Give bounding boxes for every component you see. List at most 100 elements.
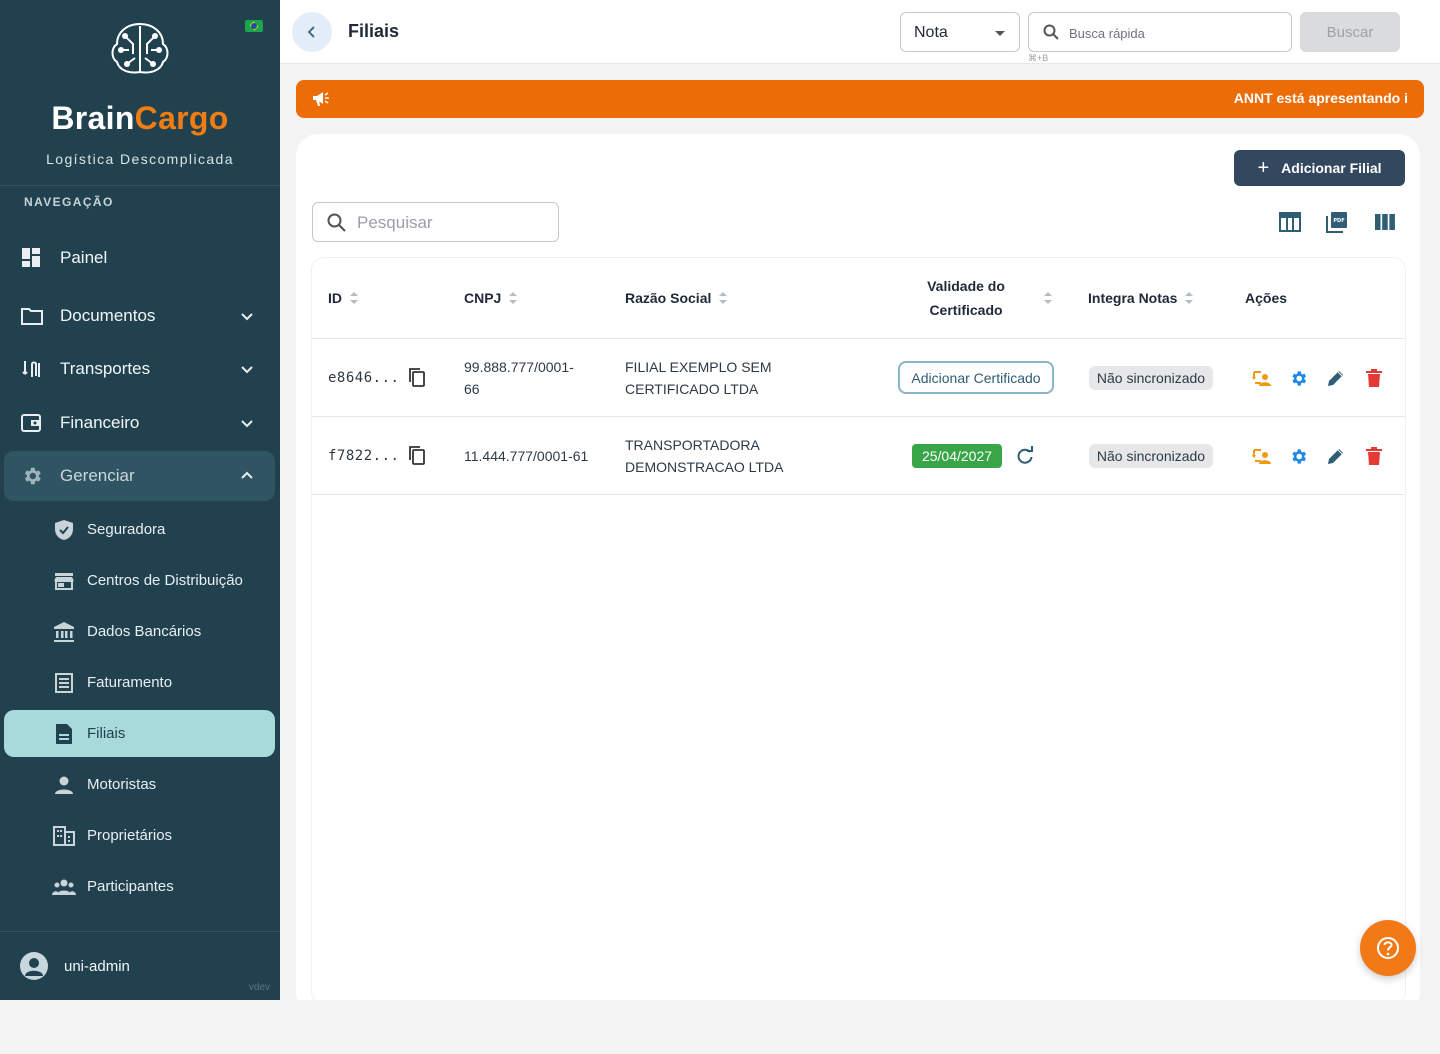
settings-action-icon[interactable] bbox=[1287, 445, 1309, 467]
column-header-integra-notas[interactable]: Integra Notas bbox=[1088, 258, 1194, 338]
column-header-id[interactable]: ID bbox=[328, 258, 358, 338]
copy-icon[interactable] bbox=[407, 445, 427, 465]
folder-icon bbox=[20, 304, 44, 328]
wallet-icon bbox=[20, 411, 44, 435]
cell-id: f7822... bbox=[328, 447, 400, 464]
column-header-acoes: Ações bbox=[1245, 290, 1288, 306]
sidebar-subitem-label: Motoristas bbox=[87, 776, 157, 793]
sidebar-subitem-motoristas[interactable]: Motoristas bbox=[4, 761, 275, 808]
document-icon bbox=[52, 722, 76, 746]
certificate-expiry-badge: 25/04/2027 bbox=[912, 444, 1002, 468]
cell-razao-social: TRANSPORTADORA DEMONSTRACAO LTDA bbox=[625, 436, 784, 475]
user-profile[interactable]: uni-admin vdev bbox=[0, 931, 280, 1000]
sidebar-subitem-participantes[interactable]: Participantes bbox=[4, 863, 275, 910]
column-header-cnpj[interactable]: CNPJ bbox=[464, 258, 518, 338]
refresh-icon[interactable] bbox=[1015, 446, 1035, 466]
sidebar-item-painel[interactable]: Painel bbox=[4, 233, 275, 283]
sidebar-subitem-label: Seguradora bbox=[87, 521, 166, 538]
main-card: + Adicionar Filial PDF ID CNPJ Razão Soc… bbox=[296, 134, 1420, 1014]
help-button[interactable] bbox=[1360, 920, 1416, 976]
brain-logo-icon bbox=[111, 22, 169, 74]
sidebar-subitem-label: Faturamento bbox=[87, 674, 173, 691]
sidebar-subitem-label: Dados Bancários bbox=[87, 623, 202, 640]
svg-text:PDF: PDF bbox=[1333, 218, 1344, 224]
app-version: vdev bbox=[248, 982, 270, 993]
person-icon bbox=[52, 773, 76, 797]
pdf-export-icon[interactable]: PDF bbox=[1325, 210, 1349, 234]
back-button[interactable] bbox=[292, 12, 332, 52]
sidebar-subitem-filiais[interactable]: Filiais bbox=[4, 710, 275, 757]
shortcut-hint: ⌘+B bbox=[1028, 53, 1049, 63]
receipt-icon bbox=[52, 671, 76, 695]
sidebar-subitem-seguradora[interactable]: Seguradora bbox=[4, 506, 275, 553]
cell-cnpj: 11.444.777/0001-61 bbox=[464, 447, 589, 464]
brand-tagline: Logística Descomplicada bbox=[46, 151, 234, 167]
cell-cnpj: 99.888.777/0001- 66 bbox=[464, 358, 574, 397]
sidebar-item-gerenciar[interactable]: Gerenciar bbox=[4, 451, 275, 501]
sync-status-badge: Não sincronizado bbox=[1089, 366, 1213, 390]
table-row[interactable]: f7822... 11.444.777/0001-61 TRANSPORTADO… bbox=[312, 417, 1405, 495]
column-header-validade[interactable]: Validade do Certificado bbox=[908, 258, 1068, 338]
announcement-text: ANNT está apresentando i bbox=[1233, 90, 1408, 106]
sort-icon bbox=[1044, 292, 1052, 304]
table-row[interactable]: e8646... 99.888.777/0001- 66 FILIAL EXEMP… bbox=[312, 339, 1405, 417]
search-icon bbox=[1043, 24, 1059, 40]
sidebar-item-documentos[interactable]: Documentos bbox=[4, 291, 275, 341]
table-search-input[interactable] bbox=[357, 211, 547, 235]
user-name: uni-admin bbox=[64, 958, 130, 975]
add-filial-label: Adicionar Filial bbox=[1281, 160, 1382, 176]
chevron-down-icon bbox=[241, 366, 253, 374]
brand-name: BrainCargo bbox=[51, 100, 229, 136]
sidebar-subitem-proprietarios[interactable]: Proprietários bbox=[4, 812, 275, 859]
sync-action-icon[interactable] bbox=[1251, 367, 1273, 389]
select-value: Nota bbox=[914, 24, 948, 41]
help-icon bbox=[1377, 937, 1399, 959]
sidebar-subitem-label: Proprietários bbox=[87, 827, 173, 844]
table-search-field[interactable] bbox=[312, 202, 559, 242]
sidebar-subitem-label: Filiais bbox=[87, 725, 126, 742]
page-title: Filiais bbox=[348, 21, 400, 41]
sort-icon bbox=[1185, 292, 1194, 304]
sidebar-subitem-faturamento[interactable]: Faturamento bbox=[4, 659, 275, 706]
settings-action-icon[interactable] bbox=[1287, 367, 1309, 389]
sidebar: BrainCargo Logística Descomplicada NAVEG… bbox=[0, 0, 280, 1000]
sidebar-item-financeiro[interactable]: Financeiro bbox=[4, 398, 275, 448]
add-filial-button[interactable]: + Adicionar Filial bbox=[1234, 150, 1405, 186]
building-icon bbox=[52, 824, 76, 848]
route-icon bbox=[20, 357, 44, 381]
sidebar-item-label: Painel bbox=[60, 248, 108, 267]
sidebar-item-label: Gerenciar bbox=[60, 466, 135, 485]
edit-action-icon[interactable] bbox=[1325, 445, 1347, 467]
add-certificate-button[interactable]: Adicionar Certificado bbox=[898, 361, 1054, 394]
search-icon bbox=[327, 213, 346, 232]
sync-status-badge: Não sincronizado bbox=[1089, 444, 1213, 468]
sidebar-subitem-centros[interactable]: Centros de Distribuição bbox=[4, 557, 275, 604]
avatar bbox=[20, 952, 48, 980]
quick-search-field[interactable] bbox=[1028, 12, 1292, 52]
edit-action-icon[interactable] bbox=[1325, 367, 1347, 389]
group-icon bbox=[52, 875, 76, 899]
megaphone-icon bbox=[313, 92, 329, 106]
announcement-banner[interactable]: ANNT está apresentando i bbox=[296, 80, 1424, 118]
sidebar-subitem-label: Participantes bbox=[87, 878, 174, 895]
delete-action-icon[interactable] bbox=[1363, 367, 1385, 389]
bank-icon bbox=[52, 620, 76, 644]
quick-search-input[interactable] bbox=[1069, 21, 1279, 45]
store-icon bbox=[52, 569, 76, 593]
copy-icon[interactable] bbox=[407, 367, 427, 387]
shield-icon bbox=[52, 518, 76, 542]
sort-icon bbox=[350, 292, 358, 304]
table-view-icon[interactable] bbox=[1278, 210, 1302, 234]
columns-icon[interactable] bbox=[1373, 210, 1397, 234]
sidebar-subitem-dados-bancarios[interactable]: Dados Bancários bbox=[4, 608, 275, 655]
search-button[interactable]: Buscar bbox=[1300, 12, 1400, 52]
delete-action-icon[interactable] bbox=[1363, 445, 1385, 467]
page-footer-area bbox=[0, 1000, 1440, 1054]
chevron-left-icon bbox=[307, 26, 315, 38]
column-header-razao-social[interactable]: Razão Social bbox=[625, 258, 728, 338]
top-bar: Filiais Nota ⌘+B Buscar bbox=[280, 0, 1440, 64]
sync-action-icon[interactable] bbox=[1251, 445, 1273, 467]
brazil-flag-icon[interactable] bbox=[245, 20, 263, 32]
sidebar-item-transportes[interactable]: Transportes bbox=[4, 344, 275, 394]
search-type-select[interactable]: Nota bbox=[900, 12, 1020, 52]
